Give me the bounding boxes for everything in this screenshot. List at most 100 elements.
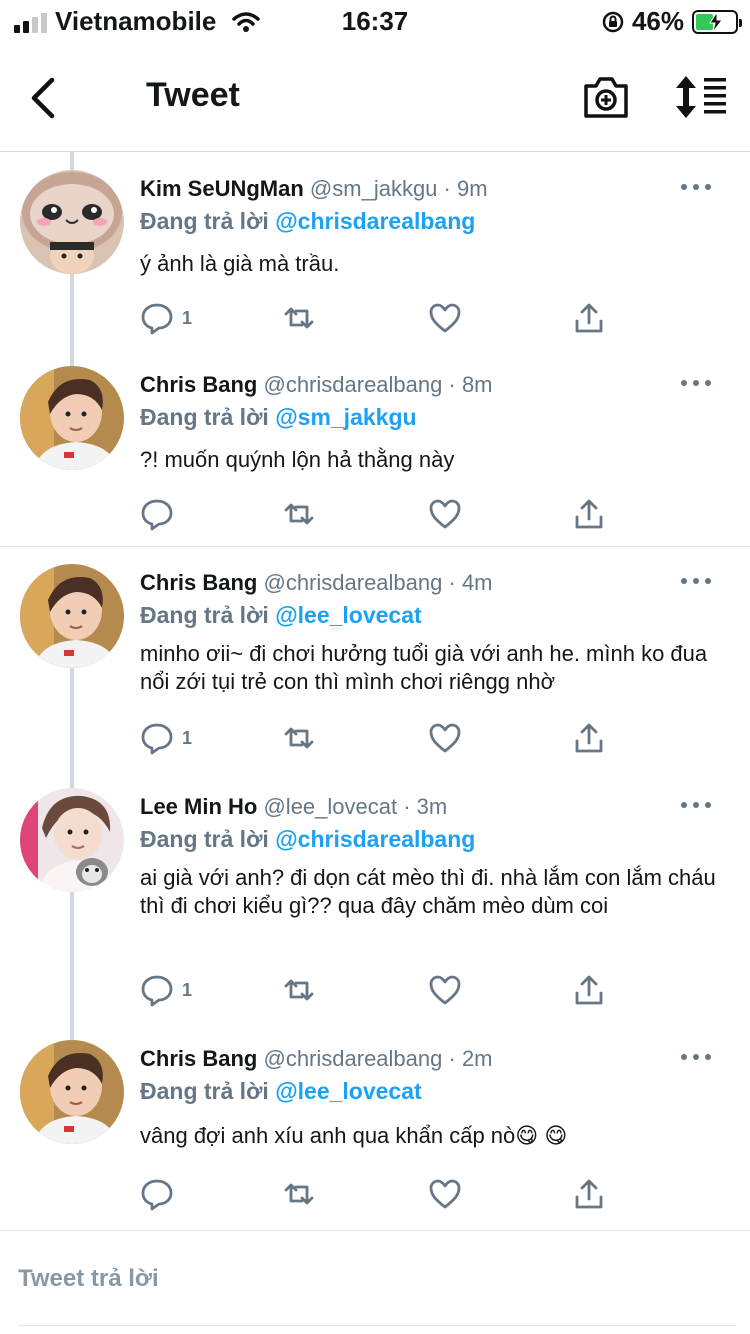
sort-icon[interactable] [674,74,728,120]
retweet-button[interactable] [282,718,316,758]
replying-to-handle[interactable]: @chrisdarealbang [275,208,475,234]
retweet-button[interactable] [282,1174,316,1214]
user-handle[interactable]: @sm_jakkgu [310,176,438,201]
display-name[interactable]: Chris Bang [140,1046,257,1071]
reply-button[interactable]: 1 [140,298,192,338]
reply-button[interactable] [140,1174,182,1214]
replying-to: Đang trả lời @chrisdarealbang [140,208,475,235]
back-arrow-icon[interactable] [22,74,66,122]
reply-count: 1 [182,727,193,748]
replying-to: Đang trả lời @chrisdarealbang [140,826,475,853]
tweet-actions: 1 [140,970,620,1010]
retweet-icon [284,727,314,749]
share-button[interactable] [572,970,606,1010]
reply-composer[interactable]: Tweet trả lời [0,1230,750,1334]
tweet-actions: 1 [140,718,620,758]
share-icon [575,303,603,333]
replying-to-handle[interactable]: @lee_lovecat [275,602,421,628]
reply-icon [141,1179,173,1211]
share-icon [575,1179,603,1209]
reply-icon [141,303,173,335]
reply-button[interactable]: 1 [140,970,192,1010]
share-icon [575,499,603,529]
more-options-icon[interactable] [680,1052,712,1062]
more-options-icon[interactable] [680,576,712,586]
top-nav: Tweet [0,44,750,152]
retweet-icon [284,979,314,1001]
more-options-icon[interactable] [680,800,712,810]
replying-to: Đang trả lời @lee_lovecat [140,1078,422,1105]
replying-to-label: Đang trả lời [140,404,269,430]
heart-icon [429,499,461,529]
like-button[interactable] [428,718,462,758]
user-handle[interactable]: @chrisdarealbang [263,1046,442,1071]
orientation-lock-icon [602,11,624,32]
display-name[interactable]: Lee Min Ho [140,794,257,819]
more-options-icon[interactable] [680,182,712,192]
heart-icon [429,723,461,753]
page-title: Tweet [146,76,240,114]
tweet-text: minho ơii~ đi chơi hưởng tuổi già với an… [140,641,708,694]
retweet-button[interactable] [282,970,316,1010]
display-name[interactable]: Kim SeUNgMan [140,176,304,201]
replying-to: Đang trả lời @sm_jakkgu [140,404,417,431]
status-bar: Vietnamobile 16:37 46% [0,0,750,44]
replying-to: Đang trả lời @lee_lovecat [140,602,422,629]
tweet-text: ý ảnh là già mà trầu. [140,251,340,276]
avatar[interactable] [20,564,124,668]
reply-button[interactable] [140,494,182,534]
tweet-text: vâng đợi anh xíu anh qua khẩn cấp nò😋 😋 [140,1123,568,1148]
tweet[interactable]: Chris Bang @chrisdarealbang · 4m Đang tr… [0,546,750,770]
retweet-button[interactable] [282,298,316,338]
share-button[interactable] [572,298,606,338]
avatar[interactable] [20,1040,124,1144]
tweet-time: · 8m [448,372,493,397]
share-button[interactable] [572,494,606,534]
replying-to-label: Đang trả lời [140,208,269,234]
display-name[interactable]: Chris Bang [140,570,257,595]
tweet[interactable]: Chris Bang @chrisdarealbang · 8m Đang tr… [0,348,750,546]
user-handle[interactable]: @chrisdarealbang [263,570,442,595]
display-name[interactable]: Chris Bang [140,372,257,397]
like-button[interactable] [428,494,462,534]
tweet-time: · 2m [448,1046,493,1071]
replying-to-label: Đang trả lời [140,1078,269,1104]
replying-to-handle[interactable]: @sm_jakkgu [275,404,416,430]
avatar[interactable] [20,366,124,470]
reply-input-placeholder[interactable]: Tweet trả lời [18,1265,159,1293]
tweet-header: Lee Min Ho @lee_lovecat · 3m [140,794,447,820]
reply-count: 1 [182,979,193,1000]
tweet-actions [140,1174,620,1214]
share-icon [575,975,603,1005]
user-handle[interactable]: @lee_lovecat [263,794,397,819]
heart-icon [429,303,461,333]
reply-button[interactable]: 1 [140,718,192,758]
avatar[interactable] [20,788,124,892]
tweet-actions: 1 [140,298,620,338]
tweet[interactable]: Kim SeUNgMan @sm_jakkgu · 9m Đang trả lờ… [0,152,750,348]
tweet-time: · 3m [403,794,448,819]
share-button[interactable] [572,718,606,758]
like-button[interactable] [428,298,462,338]
replying-to-handle[interactable]: @lee_lovecat [275,1078,421,1104]
tweet[interactable]: Chris Bang @chrisdarealbang · 2m Đang tr… [0,1022,750,1228]
user-handle[interactable]: @chrisdarealbang [263,372,442,397]
reply-icon [141,723,173,755]
camera-add-icon[interactable] [582,74,630,120]
tweet-text: ai già với anh? đi dọn cát mèo thì đi. n… [140,865,716,918]
share-button[interactable] [572,1174,606,1214]
replying-to-handle[interactable]: @chrisdarealbang [275,826,475,852]
retweet-icon [284,1183,314,1205]
battery-icon [692,9,742,34]
more-options-icon[interactable] [680,378,712,388]
tweet-header: Chris Bang @chrisdarealbang · 8m [140,372,493,398]
heart-icon [429,1179,461,1209]
tweet[interactable]: Lee Min Ho @lee_lovecat · 3m Đang trả lờ… [0,770,750,1022]
like-button[interactable] [428,970,462,1010]
retweet-button[interactable] [282,494,316,534]
composer-divider [18,1325,736,1326]
avatar[interactable] [20,170,124,274]
tweet-header: Kim SeUNgMan @sm_jakkgu · 9m [140,176,488,202]
tweet-header: Chris Bang @chrisdarealbang · 4m [140,570,493,596]
like-button[interactable] [428,1174,462,1214]
